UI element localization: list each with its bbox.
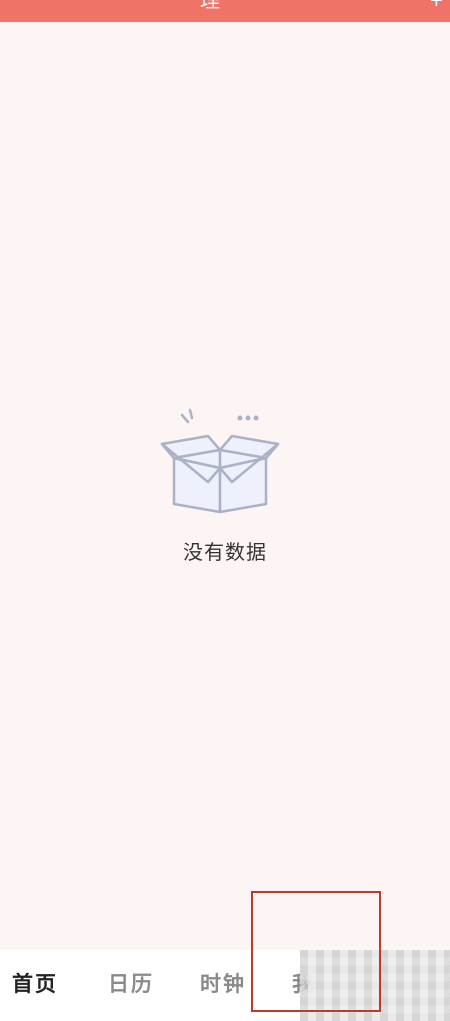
add-button[interactable]: + xyxy=(429,0,444,12)
empty-message: 没有数据 xyxy=(183,540,267,564)
page-title: 理 xyxy=(200,0,220,12)
nav-home[interactable]: 首页 xyxy=(12,970,58,998)
nav-calendar[interactable]: 日历 xyxy=(108,970,154,998)
highlight-box xyxy=(251,891,381,1012)
top-bar: 理 + xyxy=(0,0,450,22)
nav-clock[interactable]: 时钟 xyxy=(200,970,246,998)
empty-box-icon xyxy=(160,408,280,514)
empty-state: 没有数据 xyxy=(0,400,450,565)
